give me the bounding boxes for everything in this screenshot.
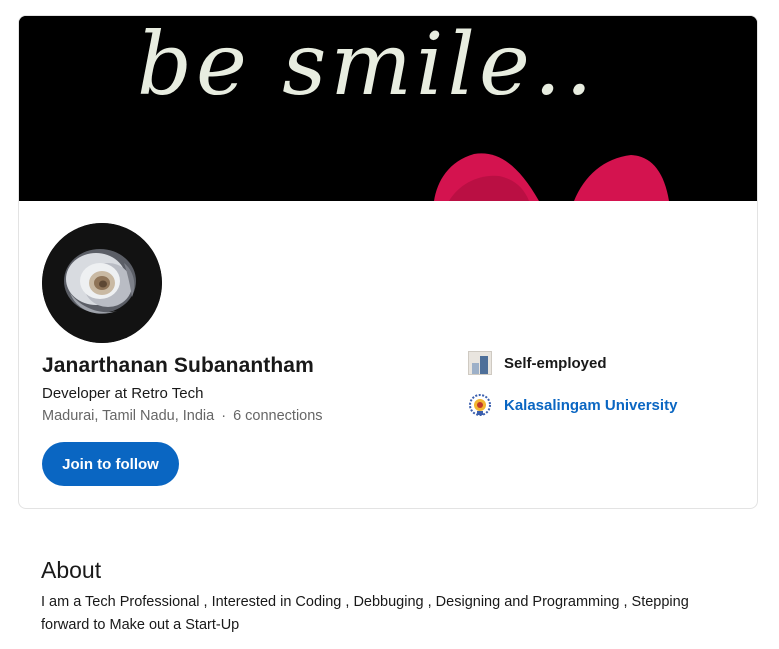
profile-meta: Madurai, Tamil Nadu, India · 6 connections (42, 408, 323, 424)
university-logo-icon (468, 393, 492, 417)
avatar[interactable] (42, 223, 162, 343)
avatar-rose-image (42, 223, 162, 343)
join-to-follow-button[interactable]: Join to follow (42, 442, 179, 486)
about-text: I am a Tech Professional , Interested in… (41, 594, 689, 633)
banner-image: be smile.. (19, 16, 757, 201)
profile-headline: Developer at Retro Tech (42, 385, 204, 402)
profile-card: be smile.. Janarthanan Subanantham Devel… (18, 15, 758, 509)
meta-separator: · (221, 408, 227, 424)
org-label-self-employed: Self-employed (504, 354, 607, 372)
banner-text: be smile.. (137, 16, 597, 115)
profile-connections: 6 connections (233, 408, 323, 424)
profile-banner: be smile.. (19, 16, 757, 201)
profile-name: Janarthanan Subanantham (42, 354, 314, 377)
education-org[interactable]: Kalasalingam University (468, 393, 677, 417)
experience-org[interactable]: Self-employed (468, 351, 607, 375)
org-label-kalasalingam-university: Kalasalingam University (504, 396, 678, 414)
profile-location: Madurai, Tamil Nadu, India (42, 408, 215, 424)
about-heading: About (41, 557, 102, 583)
company-logo-icon (468, 351, 492, 375)
